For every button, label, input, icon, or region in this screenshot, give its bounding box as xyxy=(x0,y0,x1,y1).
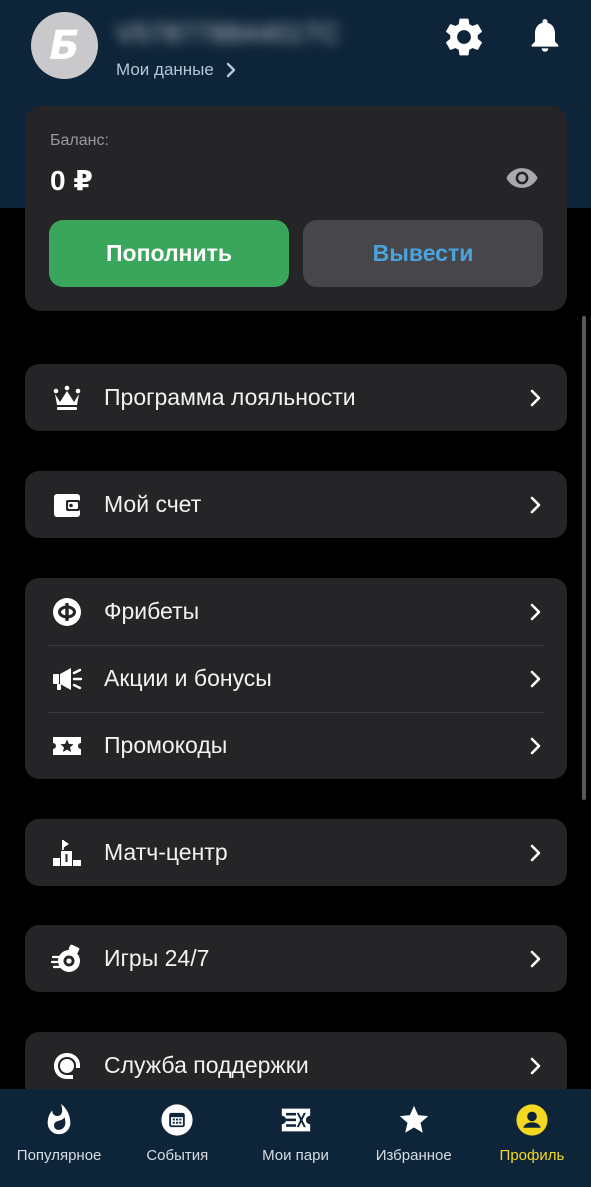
chevron-right-icon xyxy=(530,950,541,967)
tab-label: Профиль xyxy=(499,1147,565,1164)
menu-item-label: Матч-центр xyxy=(104,839,228,865)
menu-item-games[interactable]: Игры 24/7 xyxy=(25,925,567,992)
user-id-blurred: V57877884401TC xyxy=(116,18,342,48)
menu-item-label: Фрибеты xyxy=(104,598,200,624)
games-dice-icon xyxy=(51,943,83,975)
tab-label: Мои пари xyxy=(262,1147,329,1164)
chevron-right-icon xyxy=(530,389,541,406)
chevron-right-icon xyxy=(530,1057,541,1074)
balance-value: 0 ₽ xyxy=(50,165,93,196)
scrollbar[interactable] xyxy=(582,316,586,800)
podium-icon xyxy=(51,837,83,869)
chevron-right-icon xyxy=(530,844,541,861)
wallet-icon xyxy=(51,489,83,521)
deposit-button[interactable]: Пополнить xyxy=(49,220,289,287)
calendar-icon xyxy=(160,1103,194,1137)
menu-item-label: Акции и бонусы xyxy=(104,665,272,691)
tab-label: События xyxy=(146,1147,209,1164)
bet-ticket-icon xyxy=(279,1103,313,1137)
menu-item-label: Программа лояльности xyxy=(104,384,356,410)
tab-my-bets[interactable]: Мои пари xyxy=(236,1089,354,1187)
bottom-tab-bar: Популярное События Мои пари Избранное Пр… xyxy=(0,1089,591,1187)
menu-card-loyalty: Программа лояльности xyxy=(25,364,567,431)
menu-item-loyalty[interactable]: Программа лояльности xyxy=(25,364,567,431)
profile-icon xyxy=(515,1103,549,1137)
eye-icon[interactable] xyxy=(505,166,539,190)
avatar-logo: Б xyxy=(49,22,80,69)
megaphone-icon xyxy=(51,663,83,695)
tab-profile[interactable]: Профиль xyxy=(473,1089,591,1187)
crown-icon xyxy=(51,382,83,414)
chevron-right-icon xyxy=(530,496,541,513)
menu-card-bonuses: Фрибеты Акции и бонусы Промокоды xyxy=(25,578,567,779)
menu-card-games: Игры 24/7 xyxy=(25,925,567,992)
chevron-right-icon xyxy=(530,603,541,620)
my-data-link[interactable]: Мои данные xyxy=(116,60,238,80)
tab-label: Избранное xyxy=(375,1147,452,1164)
tab-favorites[interactable]: Избранное xyxy=(355,1089,473,1187)
menu-card-match-center: Матч-центр xyxy=(25,819,567,886)
ticket-star-icon xyxy=(51,730,83,762)
profile-header: Б V57877884401TC Мои данные xyxy=(0,0,591,100)
bell-icon[interactable] xyxy=(525,14,565,56)
star-icon xyxy=(397,1103,431,1137)
withdraw-button[interactable]: Вывести xyxy=(303,220,543,287)
menu-item-account[interactable]: Мой счет xyxy=(25,471,567,538)
balance-label: Баланс: xyxy=(50,132,109,149)
balance-card: Баланс: 0 ₽ Пополнить Вывести xyxy=(25,106,567,311)
avatar[interactable]: Б xyxy=(31,12,98,79)
my-data-label: Мои данные xyxy=(116,60,214,79)
menu-item-label: Промокоды xyxy=(104,732,228,758)
freebet-icon xyxy=(51,596,83,628)
menu-card-account: Мой счет xyxy=(25,471,567,538)
chevron-right-icon xyxy=(530,670,541,687)
tab-events[interactable]: События xyxy=(118,1089,236,1187)
menu-item-label: Служба поддержки xyxy=(104,1052,309,1078)
gear-icon[interactable] xyxy=(441,14,487,60)
tab-label: Популярное xyxy=(16,1147,102,1164)
menu-item-promocodes[interactable]: Промокоды xyxy=(25,712,567,779)
menu-item-label: Мой счет xyxy=(104,491,202,517)
tab-popular[interactable]: Популярное xyxy=(0,1089,118,1187)
menu-item-promotions[interactable]: Акции и бонусы xyxy=(25,645,567,712)
chevron-right-icon xyxy=(226,62,236,78)
support-headset-icon xyxy=(51,1050,83,1082)
flame-icon xyxy=(42,1103,76,1137)
menu-item-label: Игры 24/7 xyxy=(104,945,210,971)
menu-item-match-center[interactable]: Матч-центр xyxy=(25,819,567,886)
menu-item-freebets[interactable]: Фрибеты xyxy=(25,578,567,645)
chevron-right-icon xyxy=(530,737,541,754)
